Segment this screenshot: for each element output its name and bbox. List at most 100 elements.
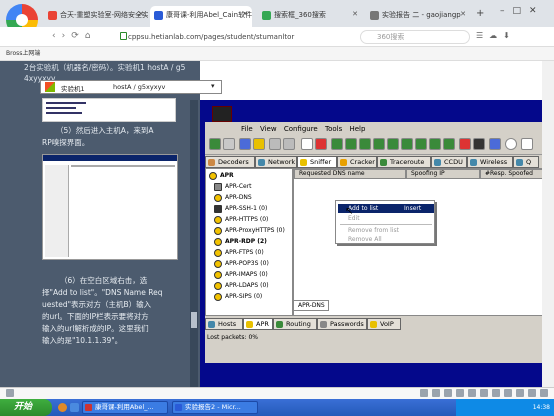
tab-ccdu[interactable]: CCDU — [431, 156, 467, 168]
status-icon[interactable] — [468, 389, 476, 397]
tree-item[interactable]: APR-RDP (2) — [214, 238, 267, 246]
panel-scrollbar[interactable] — [190, 100, 198, 390]
tree-item[interactable]: APR-DNS — [214, 194, 252, 202]
tree-item[interactable]: APR-SSH-1 (0) — [214, 205, 267, 213]
page-scrollbar[interactable] — [542, 61, 554, 387]
status-icon[interactable] — [444, 389, 452, 397]
column-header-spoofing-ip[interactable]: Spoofing IP — [406, 169, 480, 179]
status-icon[interactable] — [420, 389, 428, 397]
browser-tab-1[interactable]: 合天-重塑实验室-网络安全实验室 ✕ — [44, 6, 148, 27]
tool-icon[interactable] — [415, 138, 427, 150]
tab-query[interactable]: Q — [513, 156, 539, 168]
tree-item-apr[interactable]: APR — [209, 172, 234, 180]
tool-icon[interactable] — [359, 138, 371, 150]
tab-apr[interactable]: APR — [243, 318, 273, 330]
status-icon[interactable] — [456, 389, 464, 397]
close-tab-icon[interactable]: ✕ — [460, 10, 466, 18]
apr-icon — [214, 238, 222, 246]
tree-item[interactable]: APR-ProxyHTTPS (0) — [214, 227, 285, 235]
url-input[interactable]: cppsu.hetianlab.com/pages/student/stuman… — [128, 30, 338, 44]
step5-line-2: RP嗅探界面。 — [42, 138, 90, 147]
tool-icon[interactable] — [401, 138, 413, 150]
tool-icon[interactable] — [489, 138, 501, 150]
tool-icon[interactable] — [345, 138, 357, 150]
start-button[interactable]: 开始 — [0, 399, 52, 416]
tool-icon[interactable] — [429, 138, 441, 150]
connection-bar[interactable]: 实验机1 hostA / g5xyxyv ▾ — [40, 80, 222, 94]
tab-network[interactable]: Network — [255, 156, 297, 168]
tab-cracker[interactable]: Cracker — [337, 156, 377, 168]
column-header-dns-name[interactable]: Requested DNS name — [294, 169, 406, 179]
tab-sniffer[interactable]: Sniffer — [297, 156, 337, 168]
menu-item-remove-all[interactable]: Remove All — [338, 235, 434, 244]
status-icon[interactable] — [516, 389, 524, 397]
toolbar-icons[interactable]: ☰☁⬇ — [476, 31, 516, 40]
add-icon[interactable] — [301, 138, 313, 150]
taskbar-item-word[interactable]: 实验报告2 - Micr... — [172, 401, 258, 414]
status-icon[interactable] — [504, 389, 512, 397]
tool-icon[interactable] — [269, 138, 281, 150]
menu-tools[interactable]: Tools — [325, 125, 342, 133]
quicklaunch-icon[interactable] — [70, 403, 79, 412]
tool-icon[interactable] — [387, 138, 399, 150]
tool-icon[interactable] — [283, 138, 295, 150]
browser-tab-4[interactable]: 实验报告 二 - gaojiangp ✕ — [366, 6, 470, 27]
conn-label: 实验机1 — [61, 85, 85, 93]
taskbar-item-browser[interactable]: 康哥课-利用Abel_... — [82, 401, 168, 414]
browser-tab-3[interactable]: 搜索框_360搜索 ✕ — [258, 6, 362, 27]
tree-item[interactable]: APR-Cert — [214, 183, 252, 191]
sniffer-icon[interactable] — [239, 138, 251, 150]
status-icon[interactable] — [6, 389, 14, 397]
quicklaunch-icon[interactable] — [58, 403, 67, 412]
tool-icon[interactable] — [331, 138, 343, 150]
tool-icon[interactable] — [443, 138, 455, 150]
delete-icon[interactable] — [315, 138, 327, 150]
apr-icon[interactable] — [253, 138, 265, 150]
menu-item-remove-from-list[interactable]: Remove from list — [338, 226, 434, 235]
subtab-apr-dns[interactable]: APR-DNS — [293, 300, 329, 311]
mouse-cursor-icon: ↖ — [345, 206, 354, 217]
tree-item[interactable]: APR-LDAPS (0) — [214, 282, 269, 290]
column-header-resp-spoofed[interactable]: #Resp. Spoofed — [480, 169, 548, 179]
new-tab-button[interactable]: + — [476, 8, 484, 19]
tab-passwords[interactable]: Passwords — [317, 318, 367, 330]
menu-file[interactable]: File — [241, 125, 253, 133]
tab-routing[interactable]: Routing — [273, 318, 317, 330]
tool-icon[interactable] — [373, 138, 385, 150]
close-tab-icon[interactable]: ✕ — [242, 10, 248, 18]
scrollbar-thumb[interactable] — [191, 312, 197, 328]
status-icon[interactable] — [432, 389, 440, 397]
tab-label: Traceroute — [390, 158, 425, 166]
status-icon[interactable] — [540, 389, 548, 397]
browser-tab-2[interactable]: 康哥课-利用Abel_Cain软件实现DN ✕ — [150, 6, 252, 27]
tab-decoders[interactable]: Decoders — [205, 156, 255, 168]
status-icon[interactable] — [492, 389, 500, 397]
bookmark-item[interactable]: Bross上网端 — [6, 50, 40, 57]
tree-item[interactable]: APR-POP3S (0) — [214, 260, 269, 268]
tree-item[interactable]: APR-SIPS (0) — [214, 293, 262, 301]
chevron-down-icon[interactable]: ▾ — [211, 82, 215, 90]
info-icon[interactable] — [505, 138, 517, 150]
tree-item[interactable]: APR-FTPS (0) — [214, 249, 264, 257]
open-icon[interactable] — [209, 138, 221, 150]
tab-traceroute[interactable]: Traceroute — [377, 156, 431, 168]
menu-help[interactable]: Help — [349, 125, 365, 133]
tab-voip[interactable]: VoIP — [367, 318, 401, 330]
save-icon[interactable] — [223, 138, 235, 150]
tree-item[interactable]: APR-IMAPS (0) — [214, 271, 268, 279]
search-input[interactable]: 360搜索 — [360, 30, 470, 44]
status-icon[interactable] — [528, 389, 536, 397]
close-tab-icon[interactable]: ✕ — [352, 10, 358, 18]
tab-wireless[interactable]: Wireless — [467, 156, 513, 168]
close-tab-icon[interactable]: ✕ — [138, 10, 144, 18]
tree-item[interactable]: APR-HTTPS (0) — [214, 216, 268, 224]
status-icon[interactable] — [480, 389, 488, 397]
help-icon[interactable] — [521, 138, 533, 150]
tool-icon[interactable] — [459, 138, 471, 150]
tab-hosts[interactable]: Hosts — [205, 318, 243, 330]
tool-icon[interactable] — [473, 138, 485, 150]
menu-view[interactable]: View — [260, 125, 277, 133]
menu-configure[interactable]: Configure — [284, 125, 318, 133]
nav-buttons[interactable]: ‹›⟳⌂ — [52, 31, 96, 41]
window-controls[interactable]: –□✕ — [500, 6, 545, 16]
